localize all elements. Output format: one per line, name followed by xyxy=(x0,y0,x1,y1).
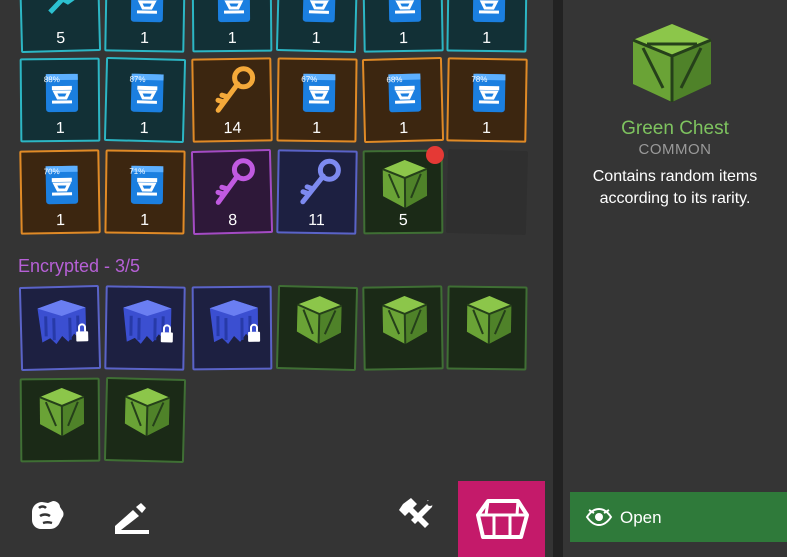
inventory-slot[interactable]: 1 xyxy=(362,0,444,53)
inventory-slot[interactable]: 68% 1 xyxy=(361,56,445,144)
inventory-slot[interactable]: 71% 1 xyxy=(104,149,186,235)
eye-icon xyxy=(585,507,613,527)
panel-divider xyxy=(553,0,563,557)
item-count: 1 xyxy=(55,211,66,230)
inventory-slot[interactable]: 1 xyxy=(104,0,186,53)
chip-percent: 87% xyxy=(129,75,145,84)
data-chip-icon: 67% xyxy=(279,61,356,122)
data-chip-icon: 78% xyxy=(449,61,526,122)
inventory-panel: 5 1 1 1 1 1 88% 1 87% 1 14 67% 1 68% 1 7… xyxy=(0,0,553,557)
green-chest-icon xyxy=(106,381,184,443)
data-chip-icon: 88% xyxy=(22,62,99,123)
inventory-slot[interactable] xyxy=(103,376,187,464)
item-count: 1 xyxy=(139,119,149,138)
inventory-slot[interactable] xyxy=(19,377,101,463)
item-count: 1 xyxy=(312,119,322,138)
item-count: 1 xyxy=(398,29,409,48)
item-count: 1 xyxy=(55,119,65,138)
inventory-slot[interactable] xyxy=(18,284,102,372)
data-chip-icon: 70% xyxy=(21,153,98,214)
inventory-slot[interactable]: 11 xyxy=(276,149,358,235)
data-chip-icon: 71% xyxy=(107,153,184,214)
chip-percent: 88% xyxy=(44,75,60,84)
green-chest-icon xyxy=(449,289,526,350)
data-chip-icon: 68% xyxy=(364,61,442,123)
inventory-slot[interactable]: 67% 1 xyxy=(276,57,358,143)
inventory-slot[interactable]: 70% 1 xyxy=(19,149,101,235)
new-item-indicator xyxy=(426,146,444,164)
open-button-label: Open xyxy=(620,508,662,527)
item-name: Green Chest xyxy=(621,118,729,139)
item-count: 1 xyxy=(481,119,492,138)
inventory-slot[interactable]: 8 xyxy=(190,148,274,236)
item-count: 1 xyxy=(399,119,409,138)
inventory-slot[interactable] xyxy=(104,285,186,371)
inventory-slot[interactable]: 1 xyxy=(446,0,528,53)
key-icon xyxy=(193,61,270,122)
data-chip-icon xyxy=(364,0,441,33)
item-count: 5 xyxy=(56,29,66,48)
inventory-slot[interactable]: 1 xyxy=(191,0,273,53)
encrypted-section-title: Encrypted - 3/5 xyxy=(18,256,141,276)
data-chip-icon xyxy=(107,0,184,33)
data-chip-icon: 87% xyxy=(106,61,184,123)
inventory-slot[interactable]: 1 xyxy=(275,0,359,54)
inventory-slot[interactable] xyxy=(191,285,273,371)
open-button[interactable]: Open xyxy=(570,492,787,542)
green-chest-icon xyxy=(22,382,99,443)
data-chip-icon xyxy=(194,0,271,32)
inventory-slot[interactable] xyxy=(446,285,528,371)
data-chip-icon xyxy=(449,0,526,33)
item-count: 1 xyxy=(482,29,492,48)
edit-pen-icon[interactable] xyxy=(107,490,157,540)
item-count: 5 xyxy=(398,211,408,230)
inventory-slot[interactable]: 88% 1 xyxy=(19,57,101,143)
key-icon xyxy=(193,153,271,215)
chest-tab-icon[interactable] xyxy=(458,481,545,557)
chip-percent: 68% xyxy=(386,75,402,84)
item-count: 11 xyxy=(308,211,325,230)
item-count: 1 xyxy=(139,29,150,48)
inventory-slot[interactable]: 14 xyxy=(191,57,273,143)
inventory-slot[interactable] xyxy=(275,284,359,372)
item-count: 14 xyxy=(223,119,242,138)
green-chest-icon xyxy=(278,289,356,351)
green-chest-icon xyxy=(364,289,441,350)
item-count: 8 xyxy=(228,211,238,230)
item-rarity: COMMON xyxy=(638,141,712,158)
data-chip-icon xyxy=(278,0,356,33)
chip-percent: 70% xyxy=(44,167,60,176)
inventory-slot[interactable] xyxy=(362,285,444,371)
inventory-slot[interactable]: 87% 1 xyxy=(103,56,187,144)
locked-crate-icon xyxy=(107,289,184,350)
inventory-slot[interactable]: 78% 1 xyxy=(446,57,528,143)
tools-icon[interactable] xyxy=(393,490,443,540)
inventory-slot[interactable]: 5 xyxy=(18,0,102,54)
item-count: 1 xyxy=(311,29,321,48)
item-description: Contains random items according to its r… xyxy=(592,168,758,207)
locked-crate-icon xyxy=(21,289,99,351)
chip-percent: 67% xyxy=(301,75,317,84)
chip-percent: 71% xyxy=(129,167,145,176)
chip-percent: 78% xyxy=(471,75,487,84)
empty-slot xyxy=(445,148,529,236)
locked-crate-icon xyxy=(194,290,271,351)
key-icon xyxy=(279,153,356,214)
green-chest-icon xyxy=(625,18,719,108)
fist-icon[interactable] xyxy=(22,490,72,540)
item-detail-panel: Green Chest COMMON Contains random items… xyxy=(563,0,787,557)
item-count: 1 xyxy=(227,29,237,48)
hammer-icon xyxy=(21,0,99,33)
item-count: 1 xyxy=(140,211,150,230)
